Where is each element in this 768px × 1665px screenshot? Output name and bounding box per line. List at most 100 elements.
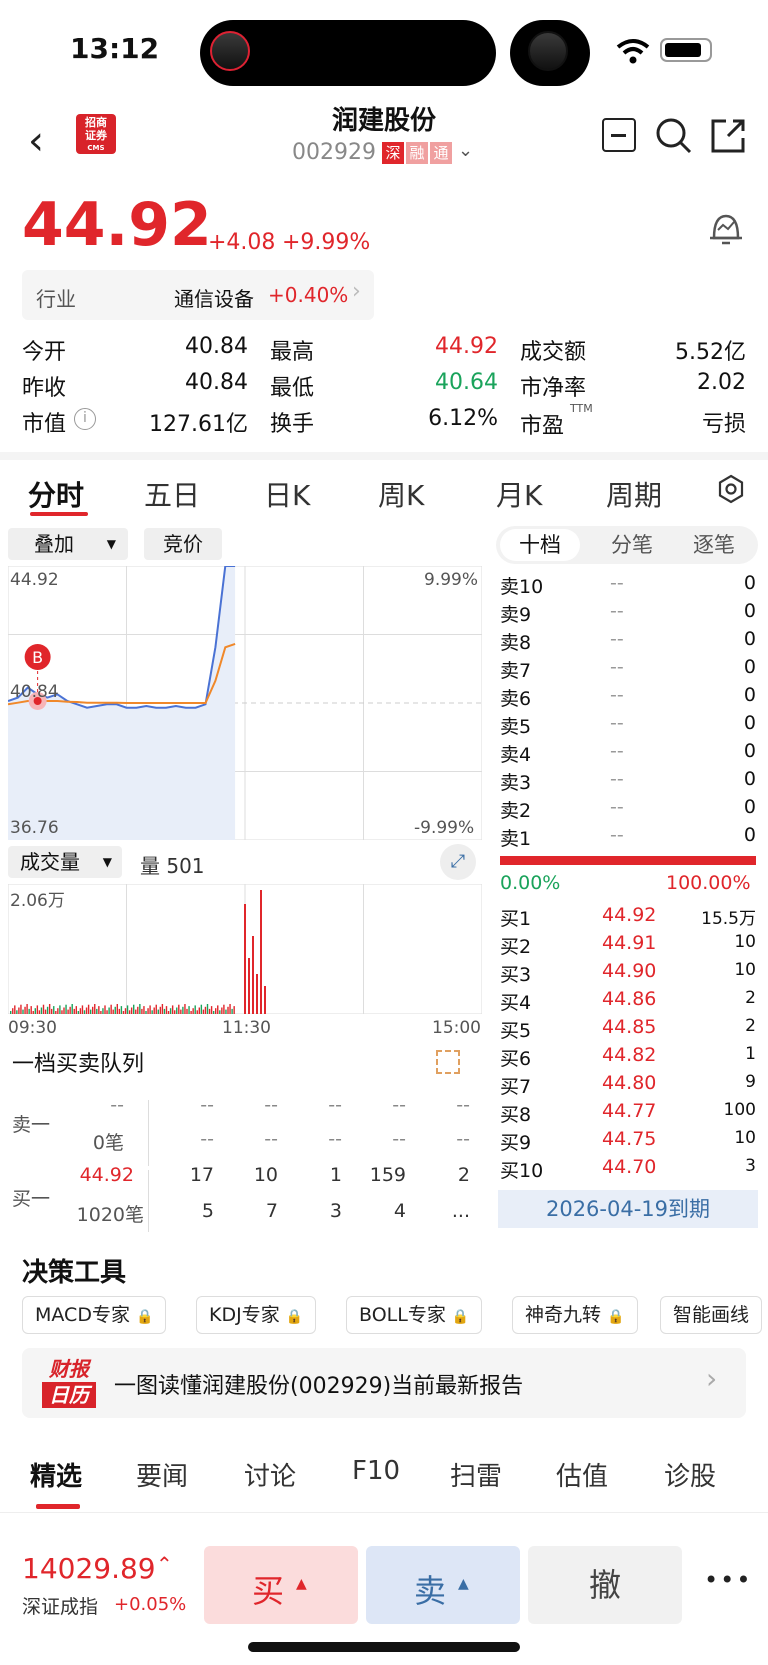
ask-row[interactable]: 卖3 -- 0 (500, 768, 756, 796)
volume-bar (244, 904, 246, 1014)
volume-bar (112, 1009, 114, 1014)
ask-row[interactable]: 卖10 -- 0 (500, 572, 756, 600)
ask-row[interactable]: 卖5 -- 0 (500, 712, 756, 740)
fullscreen-icon[interactable] (436, 1050, 460, 1074)
search-icon[interactable] (654, 116, 694, 156)
chip-boll[interactable]: BOLL专家 🔒 (346, 1296, 483, 1334)
volume-bar (135, 1009, 137, 1014)
auction-button[interactable]: 竞价 (144, 528, 222, 560)
bid-row[interactable]: 买7 44.80 9 (500, 1072, 756, 1100)
chip-magic-nine[interactable]: 神奇九转 🔒 (512, 1296, 638, 1334)
volume-bar (48, 1004, 51, 1014)
volume-bar (71, 1004, 73, 1014)
ask-price: -- (610, 684, 624, 706)
ttm-label: TTM (570, 402, 593, 415)
tab-ten-level[interactable]: 十档 (500, 529, 580, 561)
expand-icon[interactable]: ⤢ (440, 844, 476, 880)
ask-label: 卖1 (500, 828, 532, 850)
tab-period[interactable]: 周期 (606, 474, 662, 514)
index-value[interactable]: 14029.89 (22, 1552, 156, 1585)
tab-minesweep[interactable]: 扫雷 (450, 1456, 502, 1493)
intraday-chart[interactable]: B (8, 566, 482, 840)
bid-price: 44.86 (602, 988, 657, 1010)
tab-featured[interactable]: 精选 (30, 1456, 82, 1493)
bid-row[interactable]: 买8 44.77 100 (500, 1100, 756, 1128)
bid-row[interactable]: 买2 44.91 10 (500, 932, 756, 960)
chevron-down-icon[interactable]: ⌄ (458, 140, 473, 161)
bid-qty: 2 (745, 988, 756, 1008)
volume-bar (77, 1011, 80, 1014)
queue-buy-label: 买一 (12, 1188, 51, 1210)
industry-bar[interactable]: 行业 通信设备 +0.40% › (22, 270, 374, 320)
volume-bar (67, 1009, 69, 1014)
volume-bar (104, 1005, 106, 1014)
y-axis-mid-label: 40.84 (10, 682, 59, 702)
orderbook-tabs: 十档 分笔 逐笔 (496, 526, 758, 564)
cancel-button[interactable]: 撤 (528, 1546, 682, 1624)
sell-button[interactable]: 卖 ▲ (366, 1546, 520, 1624)
volume-bar (157, 1009, 159, 1014)
volume-bar (18, 1007, 20, 1014)
tab-discussion[interactable]: 讨论 (244, 1456, 296, 1493)
buy-button[interactable]: 买 ▲ (204, 1546, 358, 1624)
bid-row[interactable]: 买5 44.85 2 (500, 1016, 756, 1044)
tab-tick[interactable]: 分笔 (592, 529, 672, 561)
volume-bar (174, 1010, 176, 1014)
ask-label: 卖7 (500, 660, 532, 682)
ask-row[interactable]: 卖7 -- 0 (500, 656, 756, 684)
alert-bell-icon[interactable] (706, 208, 746, 250)
tab-weekly-k[interactable]: 周K (378, 474, 424, 514)
ask-price: -- (610, 740, 624, 762)
quote-high-label: 最高 (270, 340, 315, 365)
share-icon[interactable] (708, 116, 748, 156)
volume-bar (63, 1007, 65, 1014)
tab-diagnosis[interactable]: 诊股 (664, 1456, 716, 1493)
tab-news[interactable]: 要闻 (136, 1456, 188, 1493)
overlay-dropdown[interactable]: 叠加 ▼ (8, 528, 128, 560)
ask-row[interactable]: 卖2 -- 0 (500, 796, 756, 824)
volume-bar (12, 1008, 14, 1014)
bid-row[interactable]: 买4 44.86 2 (500, 988, 756, 1016)
ask-row[interactable]: 卖1 -- 0 (500, 824, 756, 852)
settings-icon[interactable] (716, 474, 746, 504)
volume-bar (186, 1008, 188, 1014)
ask-row[interactable]: 卖9 -- 0 (500, 600, 756, 628)
bid-row[interactable]: 买6 44.82 1 (500, 1044, 756, 1072)
bid-row[interactable]: 买1 44.92 15.5万 (500, 904, 756, 932)
tab-daily-k[interactable]: 日K (264, 474, 310, 514)
volume-bar (223, 1004, 225, 1014)
price-change-pct: +9.99% (282, 230, 371, 255)
tab-monthly-k[interactable]: 月K (496, 474, 542, 514)
expiry-banner[interactable]: 2026-04-19到期 (498, 1190, 758, 1228)
minus-square-icon[interactable] (602, 118, 636, 152)
info-icon[interactable]: i (74, 408, 96, 430)
chip-smart-line[interactable]: 智能画线 (660, 1296, 763, 1334)
tab-intraday[interactable]: 分时 (28, 474, 84, 514)
tab-five-day[interactable]: 五日 (144, 474, 200, 514)
bid-qty: 10 (734, 960, 756, 980)
chip-kdj[interactable]: KDJ专家 🔒 (196, 1296, 317, 1334)
ask-row[interactable]: 卖6 -- 0 (500, 684, 756, 712)
report-banner[interactable]: 财报 日历 一图读懂润建股份(002929)当前最新报告 › (22, 1348, 746, 1418)
tab-valuation[interactable]: 估值 (556, 1456, 608, 1493)
bid-qty: 2 (745, 1016, 756, 1036)
tab-by-order[interactable]: 逐笔 (674, 529, 754, 561)
chip-macd[interactable]: MACD专家 🔒 (22, 1296, 167, 1334)
volume-bar (108, 1007, 110, 1014)
volume-bar (233, 1006, 235, 1014)
bid-row[interactable]: 买3 44.90 10 (500, 960, 756, 988)
bid-price: 44.82 (602, 1044, 657, 1066)
ask-price: -- (610, 628, 624, 650)
ask-label: 卖9 (500, 604, 532, 626)
ask-row[interactable]: 卖4 -- 0 (500, 740, 756, 768)
more-icon[interactable]: ••• (704, 1566, 752, 1594)
ask-row[interactable]: 卖8 -- 0 (500, 628, 756, 656)
battery-icon (660, 38, 712, 62)
bid-qty: 9 (745, 1072, 756, 1092)
bid-row[interactable]: 买9 44.75 10 (500, 1128, 756, 1156)
volume-bar (34, 1008, 36, 1014)
bid-row[interactable]: 买10 44.70 3 (500, 1156, 756, 1184)
tab-f10[interactable]: F10 (352, 1456, 400, 1486)
queue-divider (148, 1170, 149, 1236)
volume-dropdown[interactable]: 成交量 ▼ (8, 846, 122, 878)
